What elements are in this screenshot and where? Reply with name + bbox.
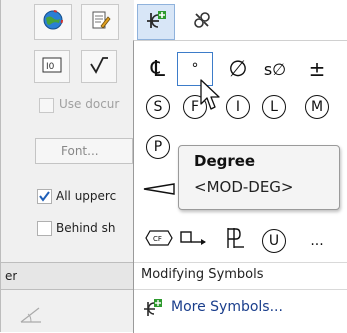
modifier-s-symbol[interactable]: S bbox=[142, 91, 174, 123]
modifier-m-label: M bbox=[305, 95, 329, 119]
modifier-l-symbol[interactable]: L bbox=[258, 91, 290, 123]
appearance-button[interactable] bbox=[34, 4, 72, 40]
link-chain-icon bbox=[191, 9, 213, 35]
behind-sheet-label: Behind sh bbox=[56, 221, 116, 235]
property-panel: I0 Use docur Font... All upperc Behind s… bbox=[0, 0, 134, 332]
controlled-feature-icon[interactable]: CF bbox=[144, 229, 174, 251]
modifier-l-label: L bbox=[262, 95, 286, 119]
check-symbol-button[interactable] bbox=[81, 50, 117, 83]
modifier-p-symbol[interactable]: P bbox=[142, 131, 174, 163]
document-edit-icon bbox=[89, 9, 111, 35]
text-frame-button[interactable]: I0 bbox=[34, 50, 70, 83]
modifier-u-symbol[interactable]: U bbox=[258, 225, 290, 257]
all-uppercase-label: All upperc bbox=[56, 189, 117, 203]
more-row-ellipsis[interactable]: ... bbox=[301, 225, 333, 257]
symbol-add-icon bbox=[145, 9, 167, 35]
diameter-symbol[interactable]: ∅ bbox=[222, 53, 254, 85]
note-properties-button[interactable] bbox=[81, 4, 119, 40]
section-header[interactable]: er bbox=[1, 262, 134, 290]
font-button-label: Font... bbox=[61, 144, 99, 158]
flag-arrow-icon[interactable] bbox=[179, 229, 209, 251]
all-uppercase-checkbox[interactable] bbox=[37, 189, 52, 204]
menu-divider bbox=[134, 262, 347, 263]
property-line-icon[interactable] bbox=[222, 226, 248, 254]
modifier-i-symbol[interactable]: I bbox=[222, 91, 254, 123]
modifier-i-label: I bbox=[226, 95, 250, 119]
checkmark-symbol-icon bbox=[89, 56, 109, 78]
section-header-label: er bbox=[5, 269, 18, 283]
modifier-u-label: U bbox=[262, 229, 286, 253]
behind-sheet-checkbox[interactable] bbox=[37, 221, 52, 236]
symbol-add-icon bbox=[143, 299, 163, 321]
plus-minus-symbol[interactable]: ± bbox=[301, 53, 333, 85]
tooltip-title: Degree bbox=[194, 152, 256, 170]
modifier-p-label: P bbox=[146, 135, 170, 159]
spherical-diameter-symbol[interactable]: s∅ bbox=[255, 53, 295, 85]
use-document-font-label: Use docur bbox=[59, 97, 120, 111]
modifier-s-label: S bbox=[146, 95, 170, 119]
link-symbol-button[interactable] bbox=[183, 4, 221, 40]
use-document-font-checkbox[interactable] bbox=[39, 98, 54, 113]
globe-icon bbox=[42, 9, 64, 35]
more-symbols-label: More Symbols... bbox=[171, 299, 283, 315]
taper-symbol-icon[interactable] bbox=[142, 181, 176, 200]
centerline-symbol[interactable]: ℄ bbox=[142, 53, 174, 85]
font-button[interactable]: Font... bbox=[35, 138, 133, 164]
text-box-icon: I0 bbox=[42, 57, 62, 77]
mouse-pointer-icon bbox=[199, 78, 221, 116]
more-symbols-item[interactable]: More Symbols... bbox=[134, 293, 347, 323]
degree-tooltip: Degree <MOD-DEG> bbox=[178, 145, 340, 210]
modifier-m-symbol[interactable]: M bbox=[301, 91, 333, 123]
symbol-library-button[interactable] bbox=[137, 4, 175, 40]
controlled-feature-label: CF bbox=[153, 235, 162, 243]
svg-text:I0: I0 bbox=[46, 62, 55, 72]
modifying-symbols-label: Modifying Symbols bbox=[141, 267, 264, 282]
menu-divider-2 bbox=[134, 289, 347, 290]
tooltip-code: <MOD-DEG> bbox=[194, 178, 294, 196]
angle-dimension-icon bbox=[19, 304, 43, 328]
